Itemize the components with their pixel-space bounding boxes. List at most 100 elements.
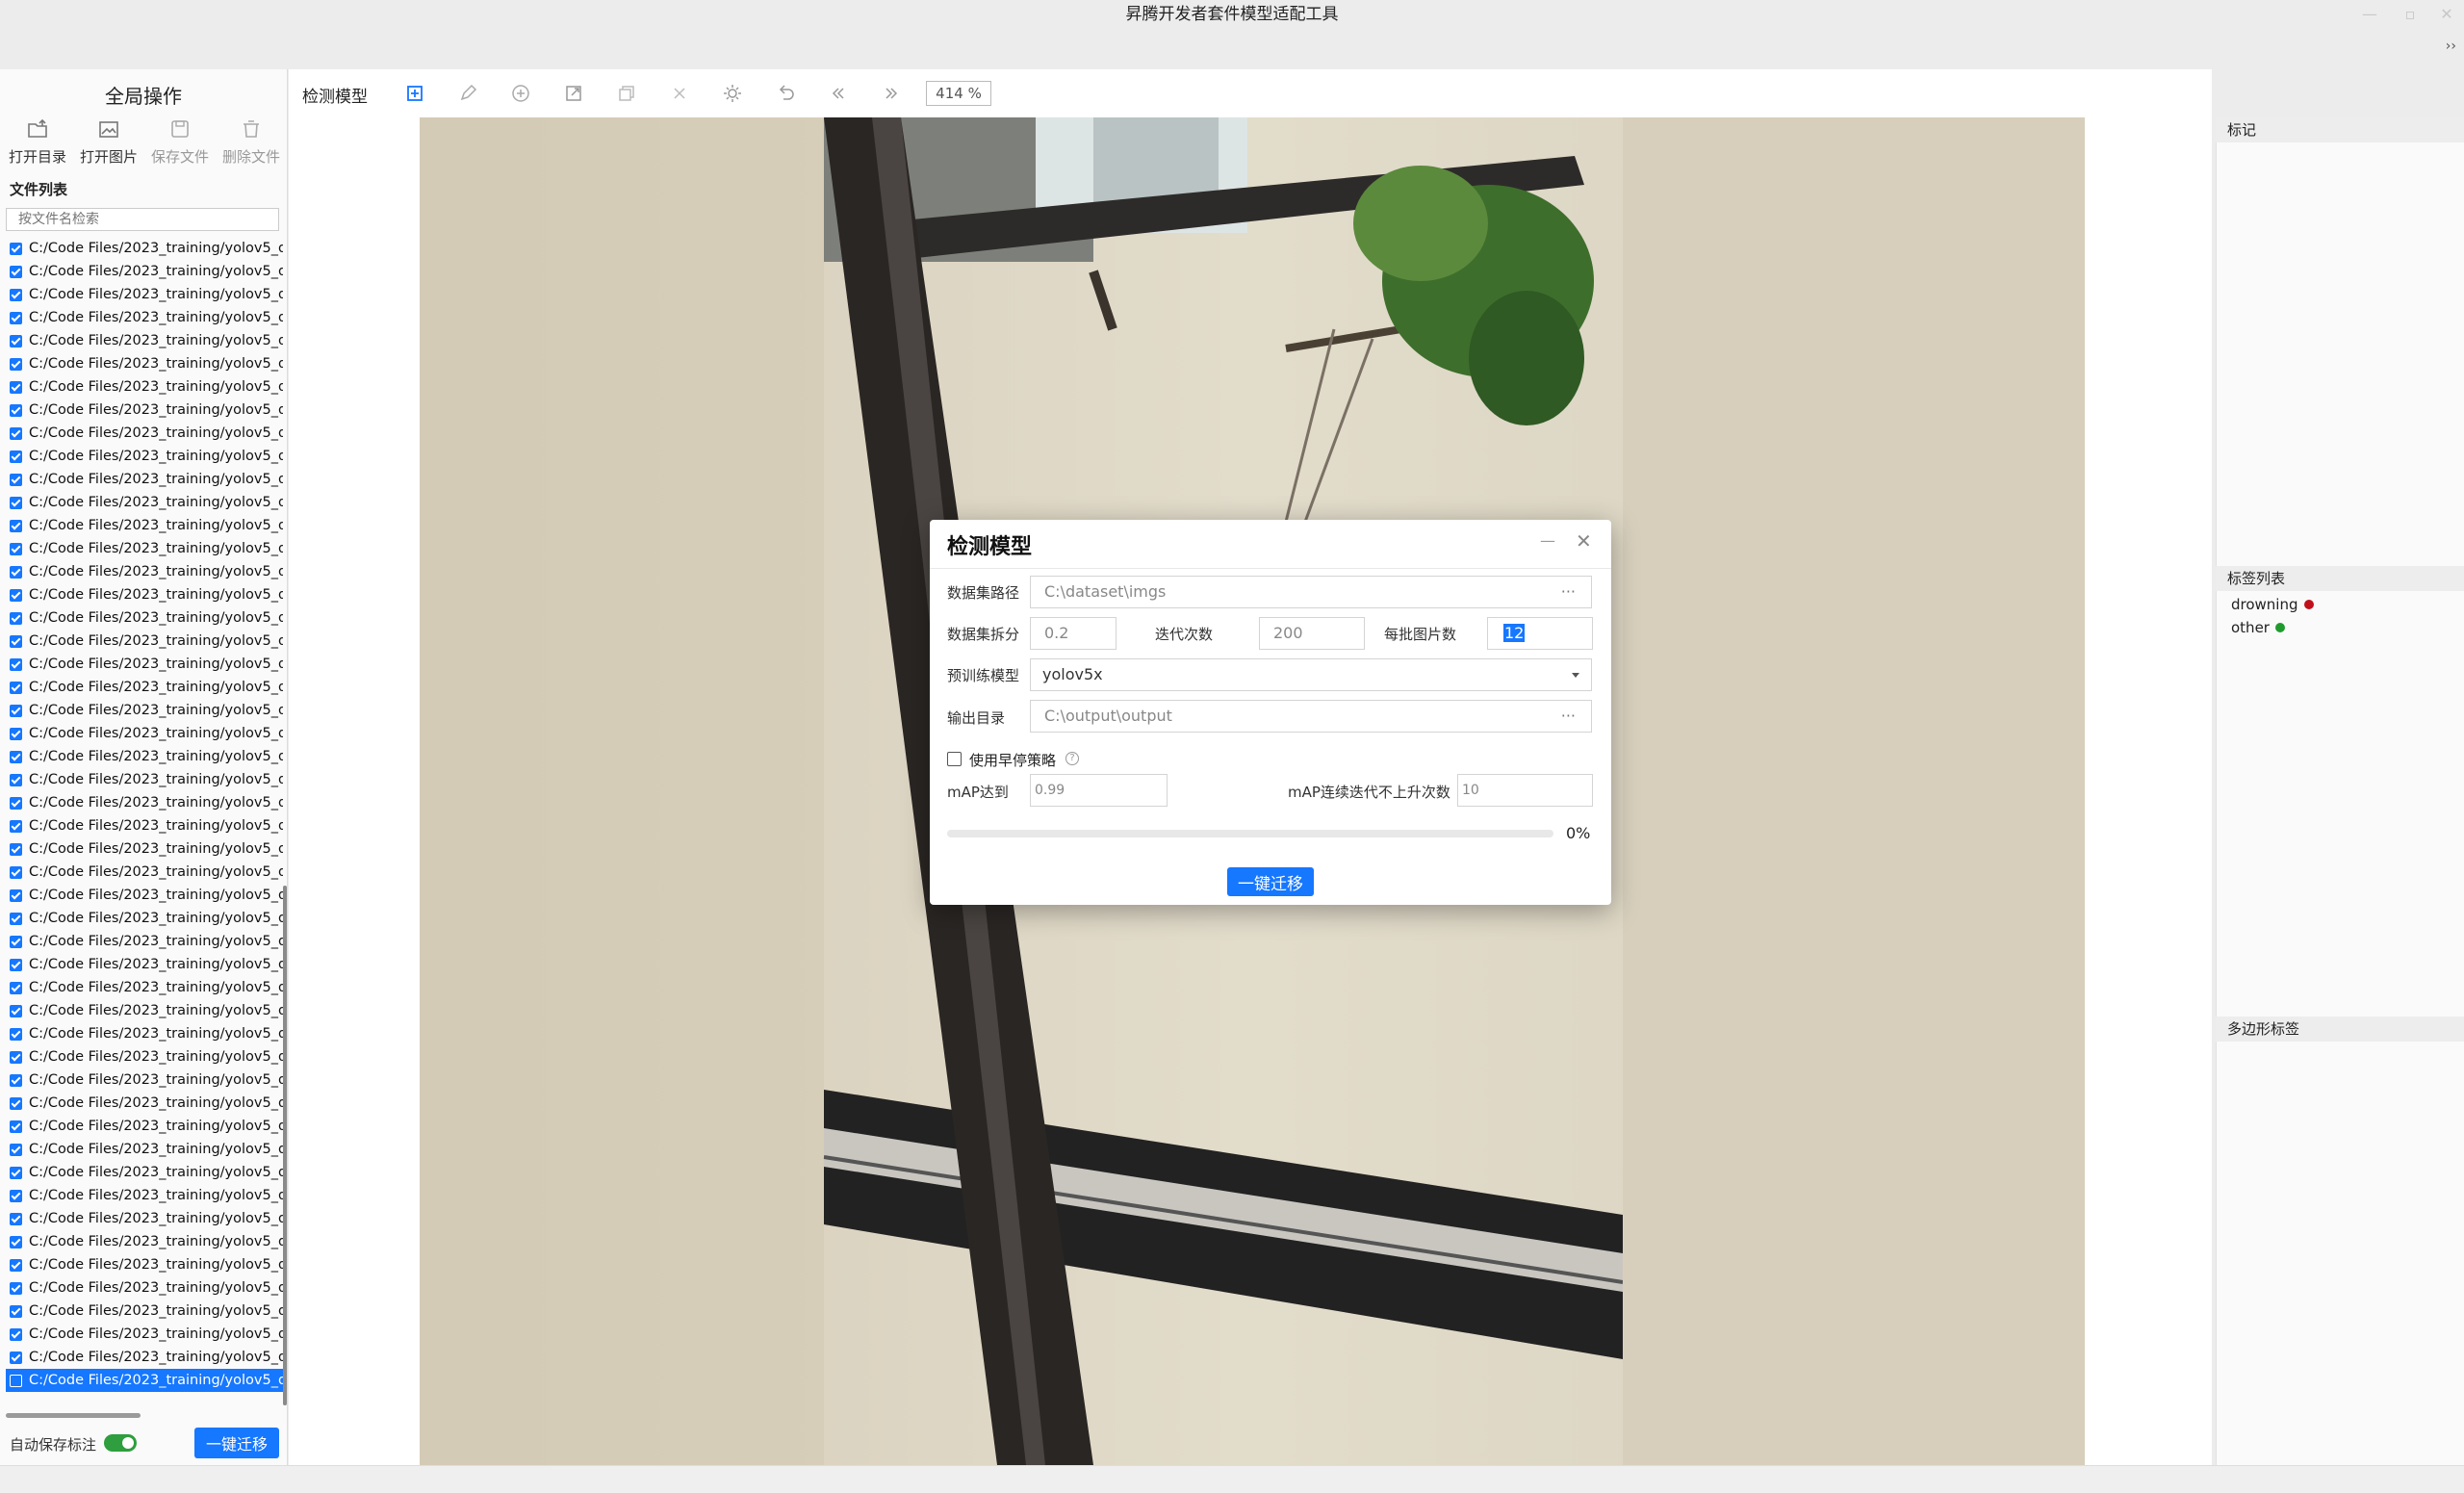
delete-x-icon[interactable] [667,81,692,106]
file-list-item[interactable]: C:/Code Files/2023_training/yolov5_d [6,953,283,976]
zoom-level[interactable]: 414 % [926,81,991,106]
file-checkbox[interactable] [10,265,22,278]
next-image-icon[interactable] [879,81,904,106]
map-noimprove-input[interactable]: 10 [1457,774,1593,807]
prev-image-icon[interactable] [826,81,851,106]
file-list-item[interactable]: C:/Code Files/2023_training/yolov5_d [6,722,283,745]
file-checkbox[interactable] [10,1374,22,1387]
file-list-item[interactable]: C:/Code Files/2023_training/yolov5_d [6,768,283,791]
file-list-item[interactable]: C:/Code Files/2023_training/yolov5_d [6,1161,283,1184]
file-list-item[interactable]: C:/Code Files/2023_training/yolov5_d [6,1184,283,1207]
file-list-item[interactable]: C:/Code Files/2023_training/yolov5_d [6,583,283,606]
file-checkbox[interactable] [10,450,22,463]
file-checkbox[interactable] [10,750,22,763]
file-list-item[interactable]: C:/Code Files/2023_training/yolov5_d [6,837,283,861]
file-list-item[interactable]: C:/Code Files/2023_training/yolov5_d [6,907,283,930]
file-checkbox[interactable] [10,1073,22,1087]
file-list-item[interactable]: C:/Code Files/2023_training/yolov5_d [6,930,283,953]
file-list-item[interactable]: C:/Code Files/2023_training/yolov5_d [6,1022,283,1045]
autosave-toggle[interactable] [104,1434,137,1452]
file-checkbox[interactable] [10,727,22,740]
file-list-item[interactable]: C:/Code Files/2023_training/yolov5_d [6,976,283,999]
split-input[interactable]: 0.2 [1030,617,1116,650]
open-image-button[interactable]: 打开图片 [73,116,144,171]
early-stop-checkbox[interactable] [947,752,962,766]
file-list-item[interactable]: C:/Code Files/2023_training/yolov5_d [6,1092,283,1115]
file-list-item[interactable]: C:/Code Files/2023_training/yolov5_d [6,999,283,1022]
file-list-item[interactable]: C:/Code Files/2023_training/yolov5_d [6,1323,283,1346]
file-list-scrollbar[interactable] [283,886,287,1405]
file-checkbox[interactable] [10,657,22,671]
file-checkbox[interactable] [10,981,22,994]
label-drowning[interactable]: drowning [2231,596,2314,613]
file-checkbox[interactable] [10,796,22,810]
output-dir-input[interactable]: C:\output\output ··· [1030,700,1592,733]
close-window-icon[interactable]: ✕ [2432,0,2461,29]
file-checkbox[interactable] [10,426,22,440]
file-list-item[interactable]: C:/Code Files/2023_training/yolov5_d [6,653,283,676]
file-list-item[interactable]: C:/Code Files/2023_training/yolov5_d [6,1068,283,1092]
file-checkbox[interactable] [10,958,22,971]
create-rect-icon[interactable] [402,81,427,106]
file-list-item[interactable]: C:/Code Files/2023_training/yolov5_d [6,1138,283,1161]
file-list-item[interactable]: C:/Code Files/2023_training/yolov5_d [6,884,283,907]
file-list-item[interactable]: C:/Code Files/2023_training/yolov5_d [6,560,283,583]
file-list-item[interactable]: C:/Code Files/2023_training/yolov5_d [6,422,283,445]
brightness-icon[interactable] [720,81,745,106]
pretrained-model-select[interactable]: yolov5x [1030,658,1592,691]
file-list-item[interactable]: C:/Code Files/2023_training/yolov5_d [6,399,283,422]
file-checkbox[interactable] [10,704,22,717]
file-checkbox[interactable] [10,1120,22,1133]
file-checkbox[interactable] [10,334,22,348]
file-list-item[interactable]: C:/Code Files/2023_training/yolov5_d [6,1253,283,1276]
maximize-window-icon[interactable]: ▫ [2396,0,2425,29]
file-list-item[interactable]: C:/Code Files/2023_training/yolov5_d [6,537,283,560]
file-checkbox[interactable] [10,1258,22,1272]
browse-output-icon[interactable]: ··· [1561,701,1576,732]
file-checkbox[interactable] [10,1351,22,1364]
file-checkbox[interactable] [10,588,22,602]
file-list-item[interactable]: C:/Code Files/2023_training/yolov5_d [6,375,283,399]
file-checkbox[interactable] [10,865,22,879]
undo-icon[interactable] [773,81,798,106]
file-list-item[interactable]: C:/Code Files/2023_training/yolov5_d [6,491,283,514]
dialog-minimize-icon[interactable]: — [1540,531,1555,550]
file-list-item[interactable]: C:/Code Files/2023_training/yolov5_d [6,329,283,352]
file-checkbox[interactable] [10,1143,22,1156]
expand-more-icon[interactable]: ›› [2446,39,2456,54]
file-list-item[interactable]: C:/Code Files/2023_training/yolov5_d [6,1045,283,1068]
edit-pen-icon[interactable] [455,81,480,106]
file-list-item[interactable]: C:/Code Files/2023_training/yolov5_d [6,352,283,375]
file-checkbox[interactable] [10,935,22,948]
file-list-item[interactable]: C:/Code Files/2023_training/yolov5_d [6,699,283,722]
copy-icon[interactable] [614,81,639,106]
file-checkbox[interactable] [10,1027,22,1041]
file-list-item[interactable]: C:/Code Files/2023_training/yolov5_d [6,445,283,468]
file-list-item[interactable]: C:/Code Files/2023_training/yolov5_d [6,514,283,537]
file-list-item[interactable]: C:/Code Files/2023_training/yolov5_d [6,468,283,491]
delete-file-button[interactable]: 删除文件 [216,116,287,171]
file-checkbox[interactable] [10,1235,22,1248]
file-checkbox[interactable] [10,380,22,394]
map-reach-input[interactable]: 0.99 [1030,774,1168,807]
file-checkbox[interactable] [10,473,22,486]
file-checkbox[interactable] [10,1050,22,1064]
file-list-item[interactable]: C:/Code Files/2023_training/yolov5_d [6,606,283,630]
file-checkbox[interactable] [10,1281,22,1295]
file-checkbox[interactable] [10,357,22,371]
dialog-migrate-button[interactable]: 一键迁移 [1227,867,1314,896]
file-checkbox[interactable] [10,542,22,555]
file-checkbox[interactable] [10,1004,22,1017]
file-checkbox[interactable] [10,1304,22,1318]
file-list-item[interactable]: C:/Code Files/2023_training/yolov5_d [6,791,283,814]
file-checkbox[interactable] [10,1096,22,1110]
file-list-item[interactable]: C:/Code Files/2023_training/yolov5_d [6,1369,283,1392]
file-list-item[interactable]: C:/Code Files/2023_training/yolov5_d [6,1276,283,1300]
file-checkbox[interactable] [10,288,22,301]
file-list-item[interactable]: C:/Code Files/2023_training/yolov5_d [6,306,283,329]
left-migrate-button[interactable]: 一键迁移 [194,1428,279,1458]
file-checkbox[interactable] [10,519,22,532]
file-list-hscrollbar[interactable] [6,1413,141,1418]
file-checkbox[interactable] [10,403,22,417]
file-checkbox[interactable] [10,611,22,625]
